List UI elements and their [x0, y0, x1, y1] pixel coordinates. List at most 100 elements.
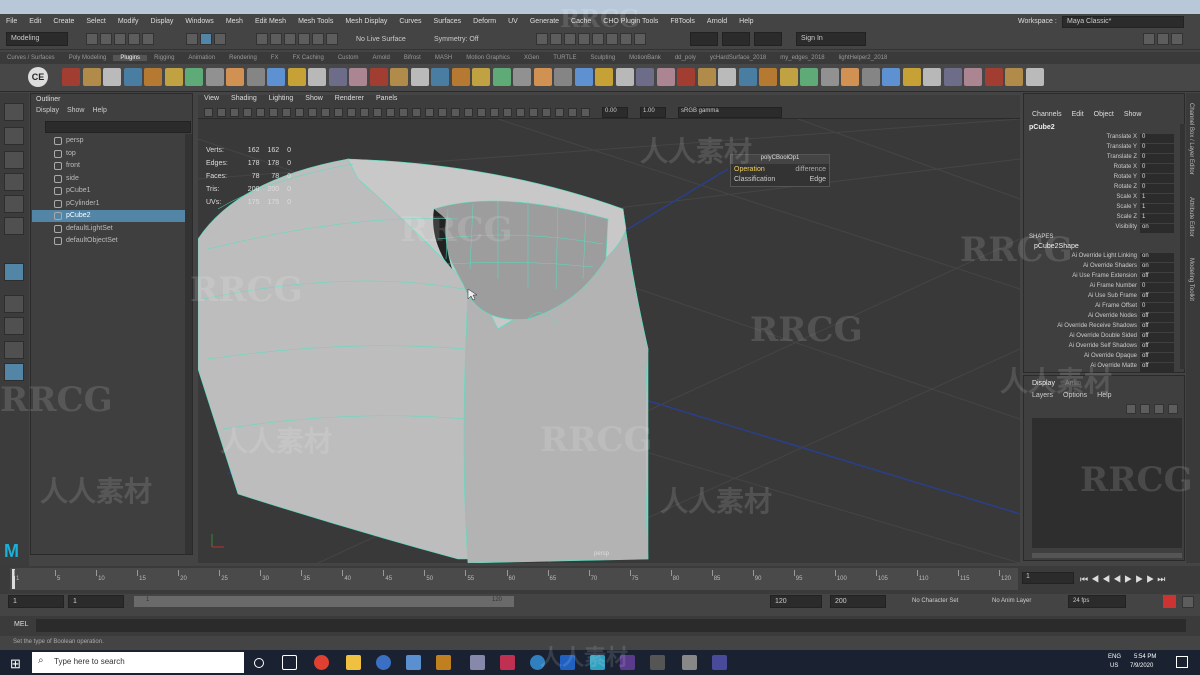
channel-attr-ai-override-nodes[interactable]: Ai Override Nodes off: [1024, 313, 1179, 323]
app-icon-10[interactable]: [682, 655, 697, 670]
fps-dropdown[interactable]: 24 fps: [1068, 595, 1126, 608]
channelbox-menu-channels[interactable]: Channels: [1032, 111, 1062, 118]
viewport-menu-show[interactable]: Show: [299, 95, 329, 106]
shelf-tool-icon-2[interactable]: [82, 68, 101, 86]
select-tool-icon[interactable]: [4, 103, 24, 121]
menu-f8tools[interactable]: F8Tools: [664, 18, 701, 25]
viewport-toolbar-icon-30[interactable]: [581, 108, 590, 117]
shelf-tab-rendering[interactable]: Rendering: [222, 55, 264, 61]
shelf-tool-icon-22[interactable]: [492, 68, 511, 86]
channel-attr-value[interactable]: on: [1140, 253, 1174, 262]
channel-attr-ai-override-double-sided[interactable]: Ai Override Double Sided off: [1024, 333, 1179, 343]
channel-attr-value[interactable]: 0: [1140, 174, 1174, 183]
toggle-panel-icon-2[interactable]: [1157, 33, 1169, 45]
viewport-menu-view[interactable]: View: [198, 95, 225, 106]
scale-tool-icon[interactable]: [4, 217, 24, 235]
viewport-menu-renderer[interactable]: Renderer: [329, 95, 370, 106]
shelf-tool-icon-36[interactable]: [779, 68, 798, 86]
channel-attr-value[interactable]: 1: [1140, 204, 1174, 213]
app-icon-1[interactable]: [376, 655, 391, 670]
channel-attr-scale-y[interactable]: Scale Y1: [1024, 204, 1179, 214]
layout-two-icon[interactable]: [4, 341, 24, 359]
input-field-1[interactable]: [690, 32, 718, 46]
move-tool-icon[interactable]: [4, 173, 24, 191]
side-tab-channel-box-layer-editor[interactable]: Channel Box / Layer Editor: [1188, 103, 1194, 175]
playback-controls[interactable]: ⏮◀◀◀▶▶▶⏭: [1080, 574, 1168, 585]
exposure-field[interactable]: 0.00: [602, 107, 628, 118]
layer-menu-options[interactable]: Options: [1063, 392, 1087, 399]
channel-attr-value[interactable]: 0: [1140, 134, 1174, 143]
gamma-field[interactable]: 1.00: [640, 107, 666, 118]
viewport-menu-panels[interactable]: Panels: [370, 95, 403, 106]
menu-cho-plugin-tools[interactable]: CHO Plugin Tools: [597, 18, 664, 25]
shelf-tab-dd-poly[interactable]: dd_poly: [668, 55, 703, 61]
input-field-2[interactable]: [722, 32, 750, 46]
shelf-tool-icon-28[interactable]: [615, 68, 634, 86]
shelf-tool-icon-24[interactable]: [533, 68, 552, 86]
layer-scrollbar[interactable]: [1032, 553, 1182, 558]
channel-attr-visibility[interactable]: Visibility on: [1024, 224, 1179, 234]
viewport-toolbar-icon-11[interactable]: [334, 108, 343, 117]
channel-attr-ai-override-receive-shadows[interactable]: Ai Override Receive Shadows off: [1024, 323, 1179, 333]
shelf-tool-icon-13[interactable]: [308, 68, 326, 86]
shelf-tool-icon-1[interactable]: [62, 68, 80, 86]
clock-time[interactable]: 5:54 PM: [1134, 654, 1156, 660]
shelf-tool-icon-44[interactable]: [943, 68, 962, 86]
menu-surfaces[interactable]: Surfaces: [428, 18, 468, 25]
shelf-tab-lighthelper2-2018[interactable]: lightHelper2_2018: [832, 55, 895, 61]
menu-edit[interactable]: Edit: [23, 18, 47, 25]
hypershade-icon[interactable]: [578, 33, 590, 45]
time-slider[interactable]: 1 5 10 15 20 25 30 35 40 45 50 55 60 65 70 75 80 85 90 95 10…: [0, 566, 1200, 594]
shelf-tool-icon-6[interactable]: [164, 68, 183, 86]
outliner-search-input[interactable]: [45, 121, 191, 133]
channel-attr-rotate-y[interactable]: Rotate Y0: [1024, 174, 1179, 184]
shelf-tool-icon-41[interactable]: [882, 68, 900, 86]
channel-attr-value[interactable]: off: [1140, 313, 1174, 322]
channelbox-menu-edit[interactable]: Edit: [1072, 111, 1084, 118]
boolean-op-panel[interactable]: polyCBoolOp1 Operation difference Classi…: [730, 154, 830, 187]
current-frame-field[interactable]: 1: [1022, 572, 1074, 584]
anim-layer-dropdown[interactable]: No Anim Layer: [992, 598, 1031, 604]
task-view-icon[interactable]: [282, 655, 297, 670]
shelf-tab-bifrost[interactable]: Bifrost: [397, 55, 428, 61]
operation-value[interactable]: difference: [795, 166, 826, 173]
layout-four-icon[interactable]: [4, 317, 24, 335]
menu-arnold[interactable]: Arnold: [701, 18, 733, 25]
channel-attr-value[interactable]: 0: [1140, 184, 1174, 193]
snap-center-icon[interactable]: [326, 33, 338, 45]
shelf-tool-icon-33[interactable]: [718, 68, 736, 86]
viewport-toolbar-icon-25[interactable]: [516, 108, 525, 117]
viewport-toolbar-icon-1[interactable]: [204, 108, 213, 117]
arnold-ipr-icon[interactable]: [606, 33, 618, 45]
open-scene-icon[interactable]: [100, 33, 112, 45]
light-editor-icon[interactable]: [634, 33, 646, 45]
shelf-tab-fx[interactable]: FX: [264, 55, 286, 61]
layer-menu-layers[interactable]: Layers: [1032, 392, 1053, 399]
menu-mesh-tools[interactable]: Mesh Tools: [292, 18, 339, 25]
shelf-tab-poly-modeling[interactable]: Poly Modeling: [62, 55, 114, 61]
menu-generate[interactable]: Generate: [524, 18, 565, 25]
shelf-tool-icon-5[interactable]: [144, 68, 162, 86]
channel-attr-value[interactable]: off: [1140, 343, 1174, 352]
shelf-tab-plugins[interactable]: Plugins: [113, 55, 148, 61]
viewport-toolbar-icon-21[interactable]: [464, 108, 473, 117]
toggle-panel-icon-3[interactable]: [1171, 33, 1183, 45]
snap-point-icon[interactable]: [284, 33, 296, 45]
viewport-toolbar-icon-22[interactable]: [477, 108, 486, 117]
channel-attr-value[interactable]: on: [1140, 263, 1174, 272]
shelf-tab-custom[interactable]: Custom: [331, 55, 366, 61]
channel-attr-rotate-z[interactable]: Rotate Z0: [1024, 184, 1179, 194]
channelbox-scrollbar[interactable]: [1180, 124, 1185, 369]
classification-value[interactable]: Edge: [810, 176, 826, 183]
menu-uv[interactable]: UV: [502, 18, 524, 25]
shelf-tool-icon-46[interactable]: [984, 68, 1003, 86]
menu-deform[interactable]: Deform: [467, 18, 502, 25]
shelf-tool-icon-47[interactable]: [1005, 68, 1023, 86]
viewport-toolbar-icon-4[interactable]: [243, 108, 252, 117]
file-explorer-icon[interactable]: [346, 655, 361, 670]
viewport-toolbar-icon-24[interactable]: [503, 108, 512, 117]
outliner-item-persp[interactable]: persp: [32, 135, 185, 147]
shelf-tool-icon-29[interactable]: [636, 68, 654, 86]
shelf-tab-curves-surfaces[interactable]: Curves / Surfaces: [0, 55, 62, 61]
shelf-tab-rigging[interactable]: Rigging: [147, 55, 181, 61]
